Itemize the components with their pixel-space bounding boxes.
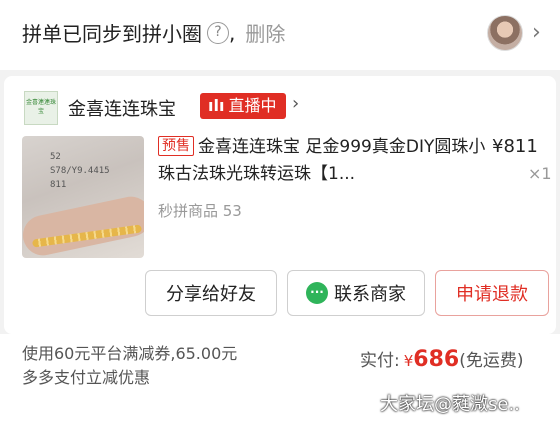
live-badge[interactable]: ılı 直播中 <box>200 93 286 119</box>
handwritten-note: 52 S78/Y9.4415 811 <box>50 152 110 190</box>
refund-button[interactable]: 申请退款 <box>435 270 549 316</box>
product-title-text: 金喜连连珠宝 足金999真金DIY圆珠小珠古法珠光珠转运珠【1... <box>158 137 486 184</box>
chevron-right-icon[interactable]: › <box>292 93 299 114</box>
product-price: ¥811 <box>492 136 538 157</box>
live-label: 直播中 <box>228 96 277 115</box>
paid-amount: 686 <box>413 347 460 372</box>
avatar[interactable] <box>487 15 523 51</box>
delete-link[interactable]: 删除 <box>245 18 285 47</box>
group-info: 秒拼商品 53 <box>158 202 242 220</box>
paid-label: 实付: <box>360 351 400 371</box>
paid-total: 实付: ¥686(免运费) <box>360 346 523 372</box>
sync-status: 拼单已同步到拼小圈 ? , 删除 <box>22 18 285 47</box>
watermark: 大家坛@蕤溦se.. <box>380 394 520 415</box>
help-icon[interactable]: ? <box>207 21 229 44</box>
live-icon: ılı <box>208 96 225 115</box>
chat-icon: ··· <box>306 282 328 304</box>
share-button[interactable]: 分享给好友 <box>145 270 277 316</box>
sync-comma: , <box>229 20 236 45</box>
contact-merchant-button[interactable]: ··· 联系商家 <box>287 270 425 316</box>
sync-text: 拼单已同步到拼小圈 <box>22 22 202 46</box>
order-card: 金喜連連珠宝 金喜连连珠宝 ılı 直播中 › 52 S78/Y9.4415 81… <box>4 76 556 334</box>
product-quantity: ×1 <box>528 164 552 183</box>
shop-name[interactable]: 金喜连连珠宝 <box>68 95 176 121</box>
header-bar: 拼单已同步到拼小圈 ? , 删除 › <box>0 0 560 70</box>
presale-tag: 预售 <box>158 136 194 156</box>
payment-summary: 使用60元平台满减券,65.00元多多支付立减优惠 实付: ¥686(免运费) 大… <box>0 334 560 430</box>
shipping-note: (免运费) <box>459 351 524 371</box>
currency-symbol: ¥ <box>403 352 414 370</box>
discount-text: 使用60元平台满减券,65.00元多多支付立减优惠 <box>22 344 238 387</box>
product-image[interactable]: 52 S78/Y9.4415 811 <box>22 136 144 258</box>
product-title[interactable]: 预售 金喜连连珠宝 足金999真金DIY圆珠小珠古法珠光珠转运珠【1... <box>158 134 488 188</box>
refund-label: 申请退款 <box>456 284 528 305</box>
contact-label: 联系商家 <box>334 284 406 305</box>
share-label: 分享给好友 <box>166 284 256 305</box>
shop-logo[interactable]: 金喜連連珠宝 <box>24 91 58 125</box>
chevron-right-icon[interactable]: › <box>532 20 541 45</box>
